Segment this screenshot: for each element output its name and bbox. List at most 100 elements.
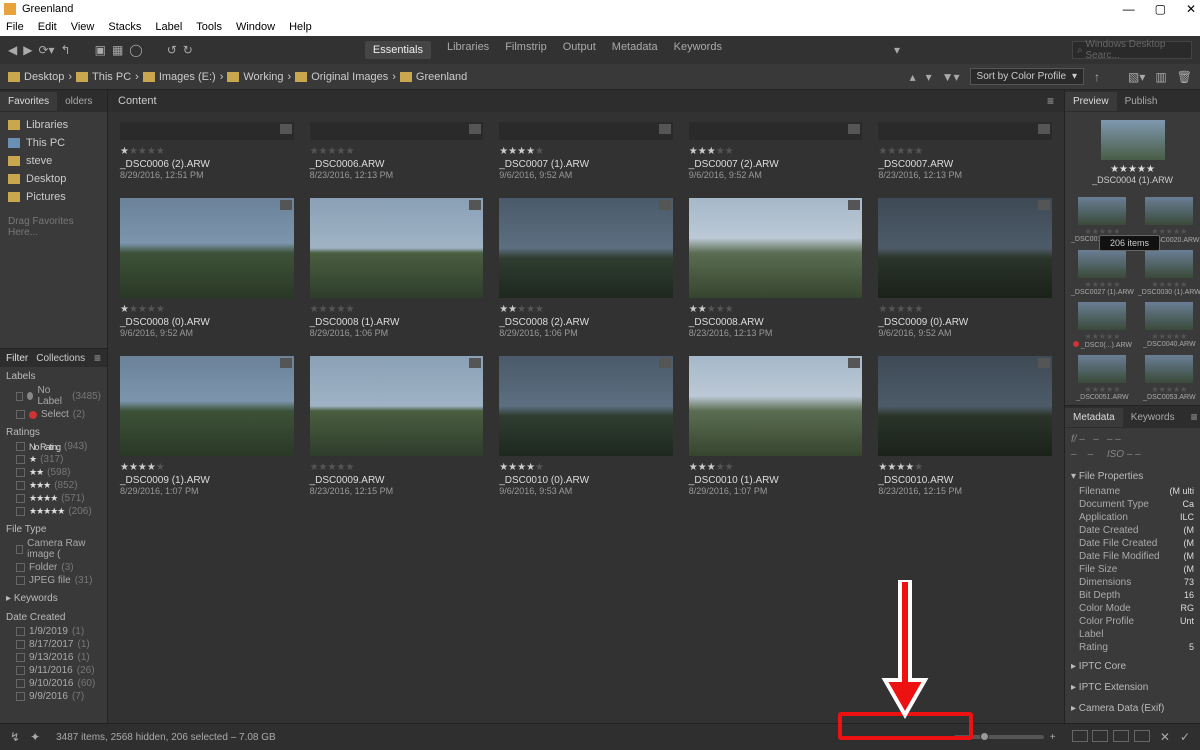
filter-rating[interactable]: No Rating (943) (6, 440, 101, 453)
tab-preview[interactable]: Preview (1065, 92, 1117, 111)
workspace-libraries[interactable]: Libraries (447, 41, 489, 59)
filter-menu-icon[interactable]: ≡ (94, 351, 101, 365)
mini-thumb[interactable]: ★★★★★_DSC0040.ARW (1138, 302, 1200, 349)
filter-star-icon[interactable]: ▴ (910, 70, 916, 84)
filter-filetype[interactable]: Folder (3) (6, 561, 101, 574)
thumbnail[interactable]: ★★★★★_DSC0008 (2).ARW8/29/2016, 1:06 PM (499, 198, 673, 338)
zoom-slider[interactable]: − + (938, 730, 1060, 745)
thumbnail[interactable]: ★★★★★_DSC0006 (2).ARW8/29/2016, 12:51 PM (120, 122, 294, 180)
menu-stacks[interactable]: Stacks (108, 21, 141, 33)
filter-rating[interactable]: ★★★★ (571) (6, 492, 101, 505)
filter-date[interactable]: 9/9/2016 (7) (6, 690, 101, 703)
tab-publish[interactable]: Publish (1117, 92, 1166, 111)
filetype-header[interactable]: File Type (6, 522, 101, 537)
thumbnail[interactable]: ★★★★★_DSC0007 (1).ARW9/6/2016, 9:52 AM (499, 122, 673, 180)
refine-icon[interactable]: ▦ (112, 43, 123, 57)
date-header[interactable]: Date Created (6, 610, 101, 625)
tab-folders[interactable]: olders (57, 92, 100, 111)
zoom-knob[interactable] (980, 732, 989, 741)
workspace-metadata[interactable]: Metadata (612, 41, 658, 59)
menu-tools[interactable]: Tools (196, 21, 222, 33)
menu-view[interactable]: View (71, 21, 95, 33)
camera-icon[interactable]: ▣ (95, 43, 106, 57)
view-list-icon[interactable] (1134, 730, 1150, 742)
thumbnail[interactable]: ★★★★★_DSC0006.ARW8/23/2016, 12:13 PM (310, 122, 484, 180)
new-folder-icon[interactable]: ▧▾ (1128, 70, 1145, 84)
favorite-this-pc[interactable]: This PC (0, 134, 107, 152)
menu-help[interactable]: Help (289, 21, 312, 33)
favorite-pictures[interactable]: Pictures (0, 188, 107, 206)
mini-thumb[interactable]: ★★★★★_DSC0053.ARW (1138, 355, 1200, 401)
boomerang-icon[interactable]: ↯ (10, 730, 20, 744)
favorite-desktop[interactable]: Desktop (0, 170, 107, 188)
thumbnail[interactable]: ★★★★★_DSC0009 (1).ARW8/29/2016, 1:07 PM (120, 356, 294, 496)
workspace-output[interactable]: Output (563, 41, 596, 59)
metadata-menu-icon[interactable]: ≡ (1183, 406, 1200, 428)
close-button[interactable]: ✕ (1186, 2, 1196, 16)
thumbnail[interactable]: ★★★★★_DSC0009 (0).ARW9/6/2016, 9:52 AM (878, 198, 1052, 338)
thumbnail[interactable]: ★★★★★_DSC0010 (1).ARW8/29/2016, 1:07 PM (689, 356, 863, 496)
thumbnail[interactable]: ★★★★★_DSC0008 (0).ARW9/6/2016, 9:52 AM (120, 198, 294, 338)
filter-rating[interactable]: ★★★★★ (206) (6, 505, 101, 518)
meta-section-gps[interactable]: ▸ GPS (1071, 721, 1194, 723)
thumbnail[interactable]: ★★★★★_DSC0007.ARW8/23/2016, 12:13 PM (878, 122, 1052, 180)
filter-rating[interactable]: ★ (317) (6, 453, 101, 466)
mini-thumb[interactable]: ★★★★★_DSC0030 (1).ARW (1138, 250, 1200, 296)
thumbnail[interactable]: ★★★★★_DSC0008 (1).ARW8/29/2016, 1:06 PM (310, 198, 484, 338)
filter-date[interactable]: 9/13/2016 (1) (6, 651, 101, 664)
favorite-steve[interactable]: steve (0, 152, 107, 170)
filter-rating[interactable]: ★★★ (852) (6, 479, 101, 492)
rotate-ccw-icon[interactable]: ↺ (167, 43, 177, 57)
funnel-icon[interactable]: ▼▾ (942, 70, 960, 84)
menu-label[interactable]: Label (155, 21, 182, 33)
zoom-out-icon[interactable]: − (942, 732, 948, 743)
favorite-libraries[interactable]: Libraries (0, 116, 107, 134)
tab-collections[interactable]: Collections (36, 353, 85, 364)
keywords-header[interactable]: ▸ Keywords (6, 591, 101, 606)
maximize-button[interactable]: ▢ (1155, 2, 1166, 16)
breadcrumb-4[interactable]: Original Images (295, 71, 388, 83)
filter-filetype[interactable]: Camera Raw image ( (6, 537, 101, 561)
menu-file[interactable]: File (6, 21, 24, 33)
meta-section-camera-data--exif-[interactable]: ▸ Camera Data (Exif) (1071, 700, 1194, 717)
sort-dropdown[interactable]: Sort by Color Profile▾ (970, 68, 1085, 85)
view-thumb-icon[interactable] (1092, 730, 1108, 742)
sort-asc-icon[interactable]: ↑ (1094, 70, 1100, 84)
breadcrumb-2[interactable]: Images (E:) (143, 71, 216, 83)
workspace-keywords[interactable]: Keywords (674, 41, 722, 59)
back-button[interactable]: ◀ (8, 43, 17, 57)
menu-window[interactable]: Window (236, 21, 275, 33)
thumbnail[interactable]: ★★★★★_DSC0007 (2).ARW9/6/2016, 9:52 AM (689, 122, 863, 180)
tab-favorites[interactable]: Favorites (0, 92, 57, 111)
filter-filetype[interactable]: JPEG file (31) (6, 574, 101, 587)
filter-date[interactable]: 9/11/2016 (26) (6, 664, 101, 677)
workspace-more-icon[interactable]: ▾ (894, 43, 900, 57)
menu-edit[interactable]: Edit (38, 21, 57, 33)
open-camera-raw-icon[interactable]: ◯ (129, 43, 142, 57)
pin-icon[interactable]: ✦ (30, 730, 40, 744)
filter-items-icon[interactable]: ▾ (926, 70, 932, 84)
breadcrumb-1[interactable]: This PC (76, 71, 131, 83)
forward-button[interactable]: ▶ (23, 43, 32, 57)
tab-metadata[interactable]: Metadata (1065, 408, 1123, 427)
workspace-filmstrip[interactable]: Filmstrip (505, 41, 547, 59)
mini-thumb[interactable]: ★★★★★ _DSC0(...).ARW (1071, 302, 1134, 349)
filter-date[interactable]: 1/9/2019 (1) (6, 625, 101, 638)
filter-date[interactable]: 9/10/2016 (60) (6, 677, 101, 690)
mini-thumb[interactable]: ★★★★★_DSC0051.ARW (1071, 355, 1134, 401)
breadcrumb-5[interactable]: Greenland (400, 71, 467, 83)
view-grid-icon[interactable] (1072, 730, 1088, 742)
thumbnail[interactable]: ★★★★★_DSC0008.ARW8/23/2016, 12:13 PM (689, 198, 863, 338)
tab-filter[interactable]: Filter (6, 353, 28, 364)
labels-header[interactable]: Labels (6, 369, 101, 384)
apply-icon[interactable]: ✓ (1180, 730, 1190, 744)
content-tab[interactable]: Content (118, 95, 157, 107)
breadcrumb-3[interactable]: Working (227, 71, 283, 83)
cancel-icon[interactable]: ✕ (1160, 730, 1170, 744)
thumbnail[interactable]: ★★★★★_DSC0010 (0).ARW9/6/2016, 9:53 AM (499, 356, 673, 496)
rotate-cw-icon[interactable]: ↻ (183, 43, 193, 57)
view-details-icon[interactable] (1113, 730, 1129, 742)
thumbnail[interactable]: ★★★★★_DSC0009.ARW8/23/2016, 12:15 PM (310, 356, 484, 496)
content-menu-icon[interactable]: ≡ (1047, 94, 1054, 108)
open-recent-icon[interactable]: ▥ (1155, 70, 1166, 84)
